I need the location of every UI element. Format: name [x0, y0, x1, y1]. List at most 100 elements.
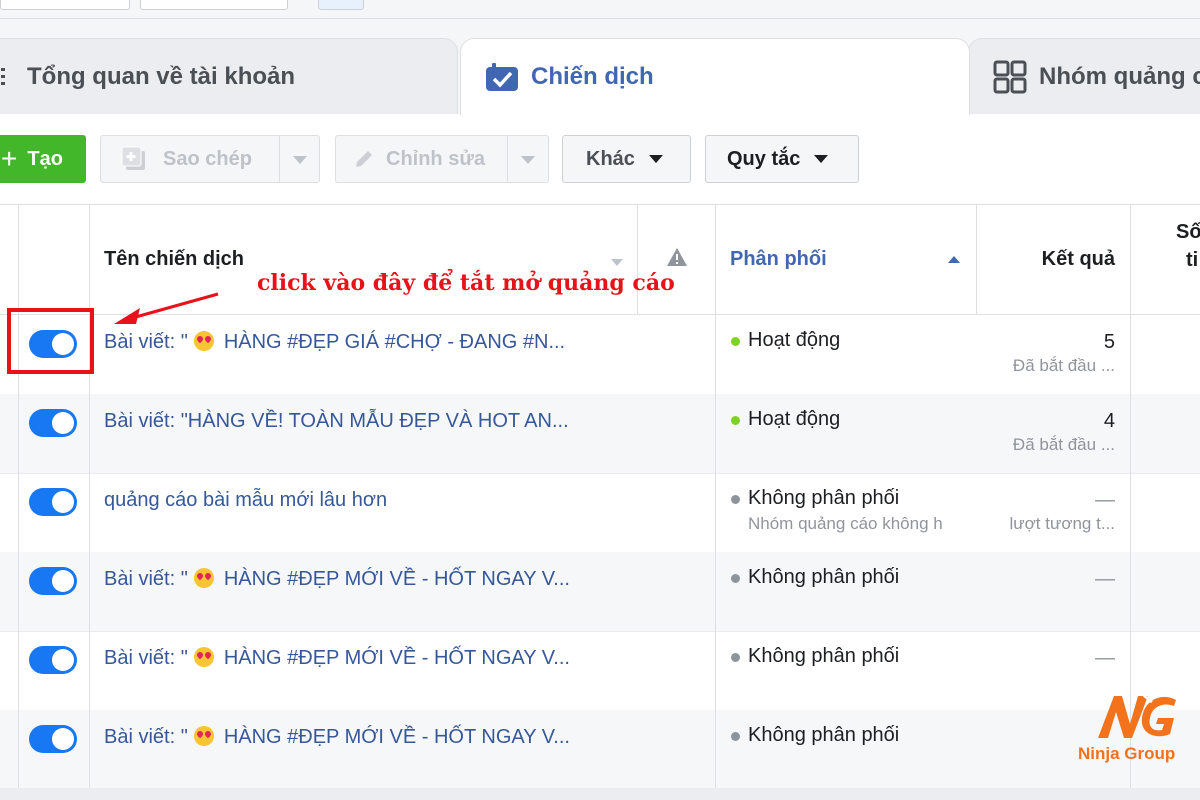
campaign-name-link[interactable]: Bài viết: " HÀNG #ĐẸP MỚI VỀ - HỐT NGAY V…: [104, 568, 570, 591]
column-divider: [18, 205, 19, 800]
table-footer-band: [0, 788, 1200, 800]
annotation-arrow-icon: [114, 292, 219, 324]
table-row[interactable]: quảng cáo bài mẫu mới lâu hơn Không phân…: [0, 473, 1200, 553]
edit-button[interactable]: Chỉnh sửa: [335, 135, 549, 183]
campaign-toggle[interactable]: [29, 725, 77, 753]
name-text: HÀNG #ĐẸP GIÁ #CHỢ - ĐANG #N...: [223, 331, 566, 353]
column-header-results[interactable]: Kết quả: [1042, 248, 1115, 271]
name-text: Bài viết: ": [104, 331, 188, 353]
delivery-status: Không phân phối: [748, 645, 900, 667]
name-text: HÀNG #ĐẸP MỚI VỀ - HỐT NGAY V...: [223, 647, 570, 669]
create-label: Tạo: [27, 147, 63, 170]
delivery-status: Không phân phối: [748, 487, 900, 509]
chevron-down-icon[interactable]: [293, 156, 307, 164]
rules-label: Quy tắc: [727, 147, 801, 170]
duplicate-icon: [121, 146, 147, 172]
column-divider: [637, 205, 638, 315]
rules-dropdown[interactable]: Quy tắc: [705, 135, 859, 183]
plus-icon: +: [1, 143, 18, 174]
result-caption: lượt tương t...: [1009, 514, 1115, 533]
tab-campaigns[interactable]: Chiến dịch: [460, 38, 970, 115]
grid-icon: [993, 60, 1027, 94]
status-dot-icon: [731, 653, 740, 662]
status-dot-icon: [731, 732, 740, 741]
tab-label: Nhóm quảng c: [1039, 62, 1200, 90]
heart-eyes-emoji-icon: [193, 726, 214, 746]
sort-up-icon[interactable]: [948, 256, 960, 263]
chevron-down-icon: [814, 155, 829, 163]
delivery-status: Hoạt động: [748, 408, 841, 430]
column-header-name[interactable]: Tên chiến dịch: [104, 248, 244, 271]
pencil-icon: [354, 149, 374, 169]
delivery-substatus: Nhóm quảng cáo không h: [748, 514, 943, 533]
name-text: quảng cáo bài mẫu mới lâu hơn: [104, 489, 388, 511]
name-text: Bài viết: "HÀNG VỀ! TOÀN MẪU ĐẸP VÀ HOT …: [104, 410, 569, 432]
result-value: —: [1095, 568, 1115, 590]
heart-eyes-emoji-icon: [193, 647, 214, 667]
tab-ad-sets[interactable]: Nhóm quảng c: [968, 38, 1200, 114]
heart-eyes-emoji-icon: [193, 568, 214, 588]
tab-bar: Tổng quan về tài khoản Chiến dịch Nhóm q…: [0, 18, 1200, 115]
create-button[interactable]: + Tạo: [0, 135, 86, 183]
column-header-partial: ti: [1186, 249, 1199, 271]
sort-down-icon[interactable]: [611, 259, 623, 266]
tab-label: Chiến dịch: [531, 63, 654, 90]
ninja-group-logo: Ninja Group: [1070, 690, 1200, 780]
delivery-status: Hoạt động: [748, 329, 841, 351]
copy-button[interactable]: Sao chép: [100, 135, 320, 183]
campaign-name-link[interactable]: Bài viết: " HÀNG #ĐẸP MỚI VỀ - HỐT NGAY V…: [104, 647, 570, 670]
result-value: —: [1095, 489, 1115, 511]
table-row[interactable]: Bài viết: "HÀNG VỀ! TOÀN MẪU ĐẸP VÀ HOT …: [0, 394, 1200, 474]
name-text: Bài viết: ": [104, 568, 188, 590]
campaign-toggle[interactable]: [29, 409, 77, 437]
campaign-name-link[interactable]: quảng cáo bài mẫu mới lâu hơn: [104, 489, 387, 512]
column-divider: [715, 205, 716, 800]
top-strip: [0, 0, 1200, 19]
campaign-name-link[interactable]: Bài viết: "HÀNG VỀ! TOÀN MẪU ĐẸP VÀ HOT …: [104, 410, 569, 433]
column-divider: [976, 205, 977, 315]
result-value: —: [1095, 647, 1115, 669]
column-header-partial[interactable]: Số: [1176, 221, 1200, 244]
table-row[interactable]: Bài viết: " HÀNG #ĐẸP MỚI VỀ - HỐT NGAY V…: [0, 631, 1200, 711]
status-dot-icon: [731, 495, 740, 504]
campaign-name-link[interactable]: Bài viết: " HÀNG #ĐẸP GIÁ #CHỢ - ĐANG #N.…: [104, 331, 565, 354]
chevron-down-icon[interactable]: [521, 156, 535, 164]
more-dropdown[interactable]: Khác: [562, 135, 691, 183]
column-divider: [89, 205, 90, 800]
warning-icon[interactable]: [666, 247, 688, 272]
status-dot-icon: [731, 574, 740, 583]
list-icon: [1, 66, 15, 88]
top-control[interactable]: [140, 0, 288, 10]
campaign-toggle[interactable]: [29, 488, 77, 516]
name-text: Bài viết: ": [104, 647, 188, 669]
copy-label: Sao chép: [163, 147, 252, 170]
campaign-toggle[interactable]: [29, 646, 77, 674]
toolbar: + Tạo Sao chép Chỉnh sửa Khác Quy tắc: [0, 114, 1200, 205]
campaign-name-link[interactable]: Bài viết: " HÀNG #ĐẸP MỚI VỀ - HỐT NGAY V…: [104, 726, 570, 749]
result-caption: Đã bắt đầu ...: [1012, 435, 1115, 454]
table-row[interactable]: Bài viết: " HÀNG #ĐẸP MỚI VỀ - HỐT NGAY V…: [0, 552, 1200, 632]
checkbox-icon: [485, 62, 519, 92]
column-header-delivery[interactable]: Phân phối: [730, 248, 827, 271]
annotation-text: click vào đây để tắt mở quảng cáo: [257, 270, 675, 296]
name-text: HÀNG #ĐẸP MỚI VỀ - HỐT NGAY V...: [223, 726, 570, 748]
result-value: 5: [1103, 331, 1115, 353]
delivery-status: Không phân phối: [748, 566, 900, 588]
chevron-down-icon: [648, 155, 663, 163]
top-control[interactable]: [318, 0, 364, 10]
edit-label: Chỉnh sửa: [386, 147, 485, 170]
status-dot-icon: [731, 337, 740, 346]
result-caption: Đã bắt đầu ...: [1012, 356, 1115, 375]
table-row[interactable]: Bài viết: " HÀNG #ĐẸP MỚI VỀ - HỐT NGAY V…: [0, 710, 1200, 790]
name-text: Bài viết: ": [104, 726, 188, 748]
top-control[interactable]: [0, 0, 130, 10]
campaign-toggle[interactable]: [29, 567, 77, 595]
heart-eyes-emoji-icon: [193, 331, 214, 351]
result-value: 4: [1103, 410, 1115, 432]
name-text: HÀNG #ĐẸP MỚI VỀ - HỐT NGAY V...: [223, 568, 570, 590]
tab-account-overview[interactable]: Tổng quan về tài khoản: [0, 38, 458, 114]
status-dot-icon: [731, 416, 740, 425]
logo-text: Ninja Group: [1078, 744, 1176, 763]
delivery-status: Không phân phối: [748, 724, 900, 746]
annotation-highlight-box: [7, 308, 94, 374]
